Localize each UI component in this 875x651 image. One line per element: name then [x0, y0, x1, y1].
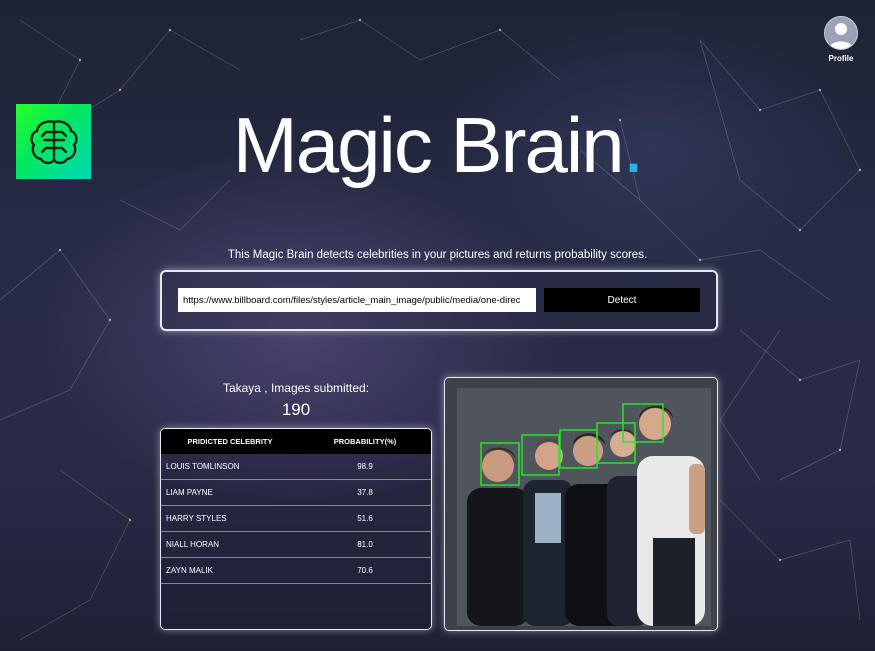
detected-image — [457, 388, 711, 626]
table-row: ZAYN MALIK 70.6 — [161, 558, 431, 584]
celebrity-name: HARRY STYLES — [166, 514, 227, 523]
user-rank-line: Takaya , Images submitted: — [222, 381, 370, 395]
header-celebrity: PRIDICTED CELEBRITY — [187, 437, 273, 446]
url-form: Detect — [160, 270, 718, 331]
profile-label[interactable]: Profile — [823, 54, 859, 63]
celebrity-name: LOUIS TOMLINSON — [166, 462, 240, 471]
profile-menu[interactable]: Profile — [823, 16, 859, 63]
celebrity-probability: 81.0 — [357, 540, 373, 549]
celebrity-probability: 51.6 — [357, 514, 373, 523]
table-header: PRIDICTED CELEBRITY PROBABILITY(%) — [161, 429, 431, 454]
detect-button[interactable]: Detect — [544, 288, 700, 312]
results-table: PRIDICTED CELEBRITY PROBABILITY(%) LOUIS… — [160, 428, 432, 630]
submission-count: 190 — [281, 400, 311, 419]
celebrity-name: LIAM PAYNE — [166, 488, 213, 497]
table-row: LOUIS TOMLINSON 98.9 — [161, 454, 431, 480]
tagline: This Magic Brain detects celebrities in … — [227, 249, 648, 261]
user-avatar-icon[interactable] — [824, 16, 858, 50]
table-row: NIALL HORAN 81.0 — [161, 532, 431, 558]
celebrity-probability: 70.6 — [357, 566, 373, 575]
header-probability: PROBABILITY(%) — [333, 437, 397, 446]
detected-image-panel — [444, 377, 718, 631]
title-dot: . — [622, 101, 645, 189]
app-title: Magic Brain. — [0, 100, 875, 191]
table-row: HARRY STYLES 51.6 — [161, 506, 431, 532]
table-row: LIAM PAYNE 37.8 — [161, 480, 431, 506]
celebrity-name: ZAYN MALIK — [166, 566, 213, 575]
title-text: Magic Brain — [232, 101, 625, 189]
image-url-input[interactable] — [178, 288, 536, 312]
celebrity-probability: 98.9 — [357, 462, 373, 471]
celebrity-name: NIALL HORAN — [166, 540, 220, 549]
celebrity-probability: 37.8 — [357, 488, 373, 497]
